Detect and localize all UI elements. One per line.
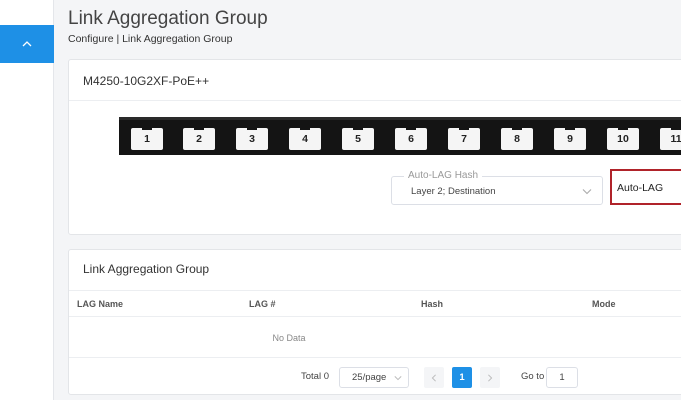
lag-table-card: Link Aggregation Group LAG Name LAG # Ha… xyxy=(68,249,681,395)
column-header-lag-name[interactable]: LAG Name xyxy=(77,299,123,309)
card-divider xyxy=(69,100,681,101)
table-header: LAG Name LAG # Hash Mode xyxy=(69,290,681,317)
next-page-button[interactable] xyxy=(480,367,500,388)
sidebar-collapse-toggle[interactable] xyxy=(0,25,54,63)
switch-port[interactable]: 8 xyxy=(501,126,533,150)
chevron-down-icon xyxy=(582,189,592,195)
lag-mode-field[interactable]: Auto-LAG xyxy=(610,169,681,205)
switch-port[interactable]: 10 xyxy=(607,126,639,150)
chevron-down-icon xyxy=(394,376,402,381)
lag-mode-value: Auto-LAG xyxy=(617,182,664,194)
auto-lag-hash-label: Auto-LAG Hash xyxy=(404,170,483,181)
table-divider xyxy=(69,357,681,358)
switch-port[interactable]: 11 xyxy=(660,126,681,150)
column-header-hash[interactable]: Hash xyxy=(421,299,443,309)
switch-port[interactable]: 6 xyxy=(395,126,427,150)
chevron-left-icon xyxy=(431,373,436,382)
switch-port[interactable]: 9 xyxy=(554,126,586,150)
chevron-up-icon xyxy=(22,41,32,47)
switch-port[interactable]: 2 xyxy=(183,126,215,150)
page-title: Link Aggregation Group xyxy=(68,8,268,29)
switch-port[interactable]: 5 xyxy=(342,126,374,150)
page-number-current[interactable]: 1 xyxy=(452,367,472,388)
device-name: M4250-10G2XF-PoE++ xyxy=(83,74,210,88)
page-size-select[interactable]: 25/page xyxy=(339,367,409,388)
switch-port[interactable]: 4 xyxy=(289,126,321,150)
chevron-right-icon xyxy=(488,373,493,382)
lag-table-title: Link Aggregation Group xyxy=(83,262,210,276)
column-header-mode[interactable]: Mode xyxy=(592,299,616,309)
previous-page-button[interactable] xyxy=(424,367,444,388)
sidebar xyxy=(0,0,54,400)
column-header-lag-number[interactable]: LAG # xyxy=(249,299,276,309)
pagination-total: Total 0 xyxy=(301,371,329,382)
goto-page-input[interactable] xyxy=(546,367,578,388)
device-card: M4250-10G2XF-PoE++ 1 2 3 4 5 6 7 8 9 10 … xyxy=(68,59,681,235)
switch-port[interactable]: 7 xyxy=(448,126,480,150)
switch-port[interactable]: 1 xyxy=(131,126,163,150)
page-size-value: 25/page xyxy=(352,372,387,383)
auto-lag-hash-select[interactable]: Auto-LAG Hash Layer 2; Destination xyxy=(391,170,603,205)
switch-port[interactable]: 3 xyxy=(236,126,268,150)
switch-port-panel: 1 2 3 4 5 6 7 8 9 10 11 xyxy=(119,117,681,155)
breadcrumb: Configure | Link Aggregation Group xyxy=(68,33,233,45)
auto-lag-hash-value: Layer 2; Destination xyxy=(411,186,496,197)
empty-table-message: No Data xyxy=(272,333,306,343)
goto-label: Go to xyxy=(521,371,545,382)
